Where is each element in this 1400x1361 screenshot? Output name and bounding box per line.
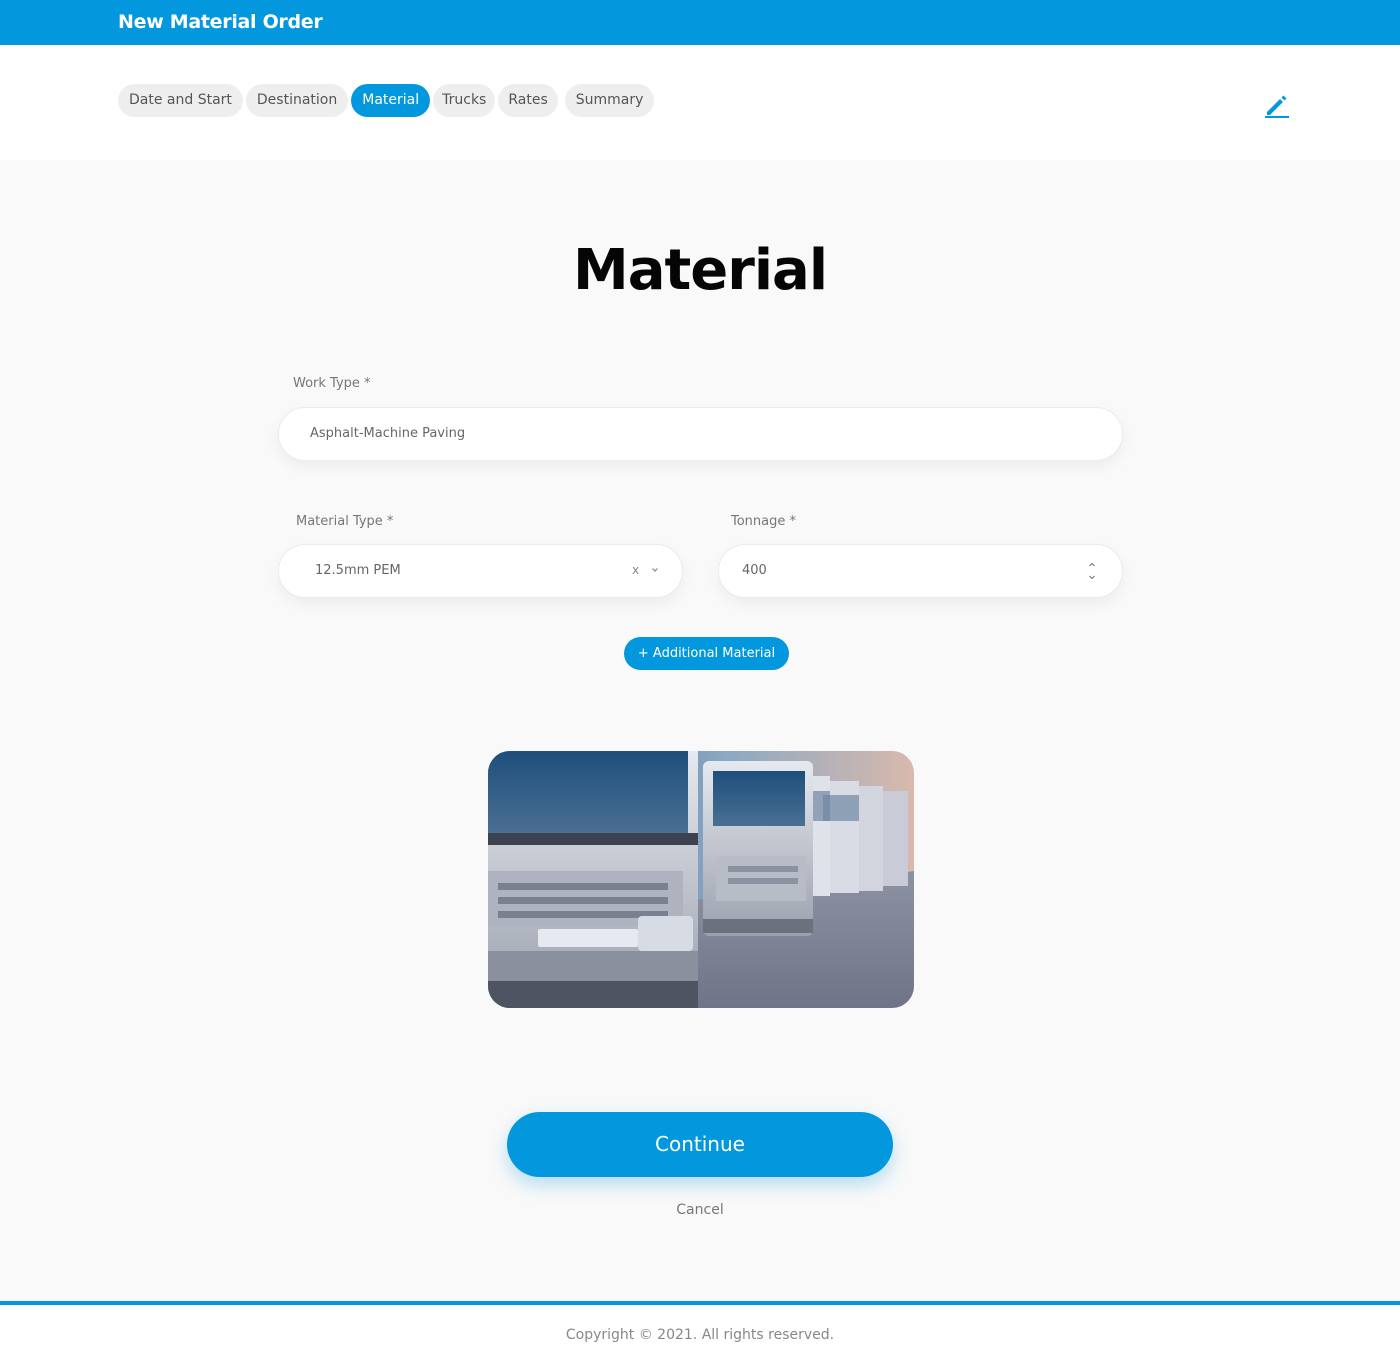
additional-material-button[interactable]: + Additional Material <box>624 637 789 670</box>
step-tabs: Date and Start Destination Material Truc… <box>118 84 655 117</box>
step-rates[interactable]: Rates <box>498 84 558 117</box>
step-material[interactable]: Material <box>351 84 431 117</box>
material-type-value: 12.5mm PEM <box>315 563 401 578</box>
material-type-select[interactable]: 12.5mm PEM x <box>278 544 683 598</box>
step-summary[interactable]: Summary <box>564 84 655 117</box>
number-stepper-icon[interactable] <box>1087 560 1097 582</box>
edit-pencil-icon[interactable] <box>1263 91 1291 119</box>
step-trucks[interactable]: Trucks <box>433 84 496 117</box>
trucks-illustration <box>488 751 914 1008</box>
app-header: New Material Order <box>0 0 1400 45</box>
material-type-label: Material Type * <box>296 514 394 529</box>
cancel-link[interactable]: Cancel <box>676 1202 723 1218</box>
copyright-text: Copyright © 2021. All rights reserved. <box>565 1327 835 1343</box>
tonnage-value: 400 <box>742 563 767 578</box>
step-navigation: Date and Start Destination Material Truc… <box>0 45 1400 160</box>
app-title: New Material Order <box>118 11 323 33</box>
trucks-image <box>488 751 914 1008</box>
step-date-and-start[interactable]: Date and Start <box>118 84 243 117</box>
work-type-label: Work Type * <box>293 376 371 391</box>
step-destination[interactable]: Destination <box>245 84 349 117</box>
work-type-field[interactable]: Asphalt-Machine Paving <box>278 407 1123 461</box>
chevron-down-icon[interactable] <box>650 565 660 575</box>
work-type-value: Asphalt-Machine Paving <box>310 426 466 441</box>
tonnage-label: Tonnage * <box>731 514 797 529</box>
tonnage-input[interactable]: 400 <box>718 544 1123 598</box>
continue-button[interactable]: Continue <box>507 1112 893 1177</box>
clear-selection-icon[interactable]: x <box>632 563 639 577</box>
page-title: Material <box>572 238 828 303</box>
cancel-row: Cancel <box>0 1202 1400 1218</box>
footer: Copyright © 2021. All rights reserved. <box>0 1301 1400 1361</box>
